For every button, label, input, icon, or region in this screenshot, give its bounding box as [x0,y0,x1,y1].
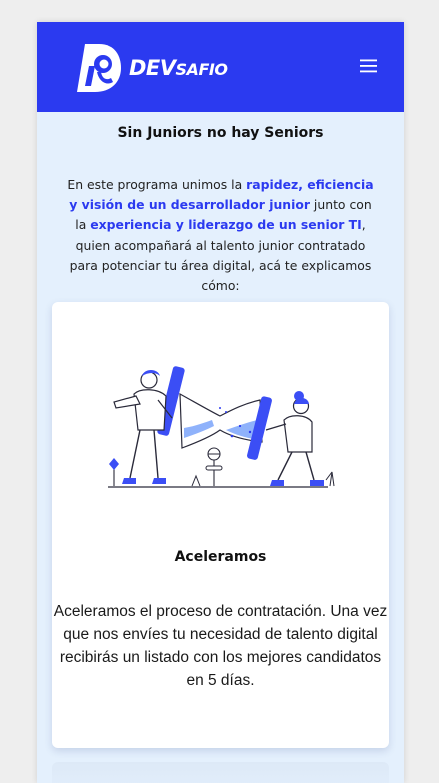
hamburger-menu-icon [360,59,377,73]
navbar: DEV SAFIO [37,22,404,112]
mobile-viewport: DEV SAFIO Sin Juniors no hay Seniors En e… [37,22,404,783]
card-description: Aceleramos el proceso de contratación. U… [53,603,388,689]
intro-text-1: En este programa unimos la [67,177,247,192]
section-headline: Sin Juniors no hay Seniors [117,125,324,141]
brand-dev-text: DEV [129,56,176,80]
card-title: Aceleramos [174,549,267,565]
brand-logo[interactable]: DEV SAFIO [75,42,228,94]
intro-paragraph: En este programa unimos la rapidez, efic… [67,175,374,296]
hamburger-menu-button[interactable] [357,54,381,78]
next-card-peek [52,762,389,783]
brand-safio-text: SAFIO [175,60,228,79]
devsafio-logo-icon [77,44,121,92]
intro-highlight-senior: experiencia y liderazgo de un senior TI [90,217,362,233]
brand-wordmark: DEV SAFIO [129,56,228,80]
hourglass-team-illustration [108,366,335,488]
feature-card: Aceleramos Aceleramos el proceso de cont… [52,302,389,748]
